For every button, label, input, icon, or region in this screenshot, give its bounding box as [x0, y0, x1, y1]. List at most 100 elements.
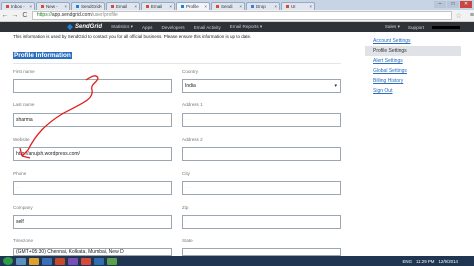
sidebar-item-sign-out[interactable]: Sign Out [365, 86, 461, 96]
close-tab-icon[interactable]: × [274, 3, 277, 10]
nav-developers[interactable]: Developers [161, 25, 184, 30]
sidebar-item-profile-settings[interactable]: Profile Settings [365, 46, 461, 56]
folder-icon[interactable] [29, 257, 39, 265]
browser-tab[interactable]: SendGrid × [71, 2, 105, 10]
media-icon[interactable] [55, 257, 65, 265]
back-button[interactable]: ← [0, 12, 10, 19]
language-indicator[interactable]: ENG [402, 259, 412, 264]
browser-tab[interactable]: Drop × [246, 2, 280, 10]
sidebar-item-global-settings[interactable]: Global Settings [365, 66, 461, 76]
nav-apps[interactable]: Apps [142, 25, 152, 30]
tab-favicon-icon [181, 5, 184, 9]
browser-tab[interactable]: Inbox - × [1, 2, 35, 10]
phone-field[interactable]: · · [13, 181, 172, 195]
close-tab-icon[interactable]: × [64, 3, 67, 10]
tab-label: SendGrid [81, 4, 101, 9]
country-select[interactable]: India ▾ [182, 79, 341, 93]
address1-field[interactable]: · · · [182, 113, 341, 127]
tab-favicon-icon [251, 5, 254, 9]
timezone-select[interactable]: (GMT+05:30) Chennai, Kolkata, Mumbai, Ne… [13, 248, 172, 256]
timezone-label: Timezone [13, 238, 33, 243]
address2-field[interactable] [182, 147, 341, 161]
chevron-down-icon: ▾ [334, 83, 337, 89]
sidebar-item-account-settings[interactable]: Account Settings [365, 36, 461, 46]
nav-email-activity[interactable]: Email Activity [194, 25, 221, 30]
close-tab-icon[interactable]: × [169, 3, 172, 10]
browser-tab[interactable]: New - × [36, 2, 70, 10]
vs-icon[interactable] [68, 257, 78, 265]
company-label: Company [13, 205, 33, 210]
tab-favicon-icon [146, 5, 149, 9]
explorer-icon[interactable] [16, 257, 26, 265]
first-name-label: First name [13, 69, 35, 74]
state-field[interactable]: · · [182, 248, 341, 256]
page-title: Profile Information [13, 52, 72, 59]
city-field[interactable]: · · [182, 181, 341, 195]
divider [13, 63, 341, 64]
minimize-button[interactable]: – [434, 1, 446, 8]
address2-label: Address 2 [182, 137, 203, 142]
bookmark-star-icon[interactable]: ☆ [456, 12, 462, 20]
forward-button[interactable]: → [10, 12, 20, 19]
url-scheme: https:// [36, 12, 52, 18]
browser-tab-active[interactable]: Profile × [176, 2, 210, 10]
browser-tab[interactable]: Email × [106, 2, 140, 10]
browser-tab-strip: Inbox - × New - × SendGrid × Email × Email × … [0, 0, 474, 10]
os-taskbar: ENG 11:29 PM 12/9/2014 [0, 256, 474, 266]
app-icon[interactable] [107, 257, 117, 265]
close-window-button[interactable]: ✕ [460, 1, 472, 8]
close-tab-icon[interactable]: × [99, 3, 102, 10]
sendgrid-logo-icon [67, 24, 73, 30]
sidebar-item-billing-history[interactable]: Billing History [365, 76, 461, 86]
address1-label: Address 1 [182, 102, 203, 107]
window-controls: – □ ✕ [434, 1, 472, 8]
tab-label: Sendi [221, 4, 233, 9]
city-label: City [182, 171, 190, 176]
tab-label: Profile [186, 4, 199, 9]
close-tab-icon[interactable]: × [239, 3, 242, 10]
intro-text: This information is used by SendGrid to … [13, 34, 252, 39]
skype-icon[interactable] [94, 257, 104, 265]
nav-right: Sales ▾ Support [385, 22, 460, 32]
tab-label: Drop [256, 4, 266, 9]
state-label: State [182, 238, 193, 243]
clock-date[interactable]: 12/9/2014 [438, 259, 458, 264]
logo-text: SendGrid [75, 24, 103, 30]
sidebar-item-alert-settings[interactable]: Alert Settings [365, 56, 461, 66]
start-button[interactable] [3, 257, 13, 265]
zip-field[interactable]: · [182, 215, 341, 229]
url-path: /user/profile [91, 12, 118, 18]
reload-button[interactable]: C [20, 12, 30, 19]
nav-support[interactable]: Support [408, 25, 424, 30]
chrome-icon[interactable] [81, 257, 91, 265]
nav-statistics[interactable]: Statistics ▾ [111, 24, 133, 30]
last-name-field[interactable]: sharma [13, 113, 172, 127]
maximize-button[interactable]: □ [447, 1, 459, 8]
nav-email-reports[interactable]: Email Reports ▾ [230, 24, 262, 30]
first-name-field[interactable] [13, 79, 172, 93]
user-menu[interactable] [432, 25, 460, 29]
system-tray: ENG 11:29 PM 12/9/2014 [402, 256, 458, 266]
word-icon[interactable] [42, 257, 52, 265]
browser-tab[interactable]: Email × [141, 2, 175, 10]
browser-tab[interactable]: UI × [281, 2, 315, 10]
clock-time[interactable]: 11:29 PM [416, 259, 434, 264]
settings-sidebar: Account Settings Profile Settings Alert … [365, 36, 461, 96]
close-tab-icon[interactable]: × [204, 3, 207, 10]
company-field[interactable]: self [13, 215, 172, 229]
close-tab-icon[interactable]: × [134, 3, 137, 10]
nav-sales[interactable]: Sales ▾ [385, 24, 400, 30]
phone-label: Phone [13, 171, 27, 176]
tab-label: UI [291, 4, 296, 9]
close-tab-icon[interactable]: × [309, 3, 312, 10]
website-field[interactable]: http://anujsh.wordpress.com/ [13, 147, 172, 161]
close-tab-icon[interactable]: × [29, 3, 32, 10]
country-value: India [185, 83, 196, 89]
url-input[interactable]: https://app.sendgrid.com/user/profile [31, 11, 452, 20]
tab-favicon-icon [286, 5, 289, 9]
tab-favicon-icon [76, 5, 79, 9]
sendgrid-logo[interactable]: SendGrid [67, 24, 102, 30]
browser-menu-icon[interactable]: ≡ [470, 12, 474, 19]
browser-tab[interactable]: Sendi × [211, 2, 245, 10]
tab-label: New - [46, 4, 58, 9]
